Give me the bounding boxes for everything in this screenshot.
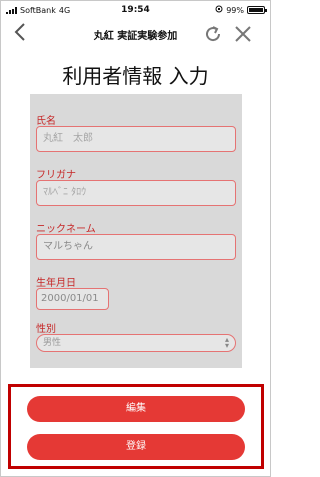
close-button[interactable] [233,24,253,44]
rotation-lock-icon [215,5,223,15]
kana-label: フリガナ [36,170,76,181]
kana-field[interactable]: ﾏﾙﾍﾞﾆ ﾀﾛｳ [36,180,236,206]
navigation-bar: 丸紅 実証実験参加 [0,20,271,48]
nickname-label: ニックネーム [36,224,96,235]
gender-label: 性別 [36,324,56,335]
nav-title: 丸紅 実証実験参加 [93,31,178,42]
reload-button[interactable] [203,24,223,44]
action-buttons-highlight: 編集 登録 [8,384,264,469]
gender-select[interactable]: 男性 ▴ ▾ [36,334,236,352]
battery-icon [247,6,267,14]
page-title: 利用者情報 入力 [62,64,209,88]
edit-button[interactable]: 編集 [27,396,245,422]
reload-icon [206,26,221,42]
battery-fill [249,8,263,12]
name-label: 氏名 [36,116,56,127]
gender-value: 男性 [43,338,62,348]
birthdate-label: 生年月日 [36,278,76,289]
chevron-up-down-icon: ▴ ▾ [224,335,229,350]
battery-percent: 99% [226,5,244,15]
close-icon [235,26,251,42]
status-bar: SoftBank 4G 19:54 99% [0,0,271,20]
user-info-form: 氏名 丸紅 太郎 フリガナ ﾏﾙﾍﾞﾆ ﾀﾛｳ ニックネーム マルちゃん 生年月… [30,94,242,368]
nickname-field[interactable]: マルちゃん [36,234,236,260]
name-field[interactable]: 丸紅 太郎 [36,126,236,152]
battery-info: 99% [215,5,267,15]
birthdate-field[interactable]: 2000/01/01 [36,288,109,310]
register-button[interactable]: 登録 [27,434,245,460]
